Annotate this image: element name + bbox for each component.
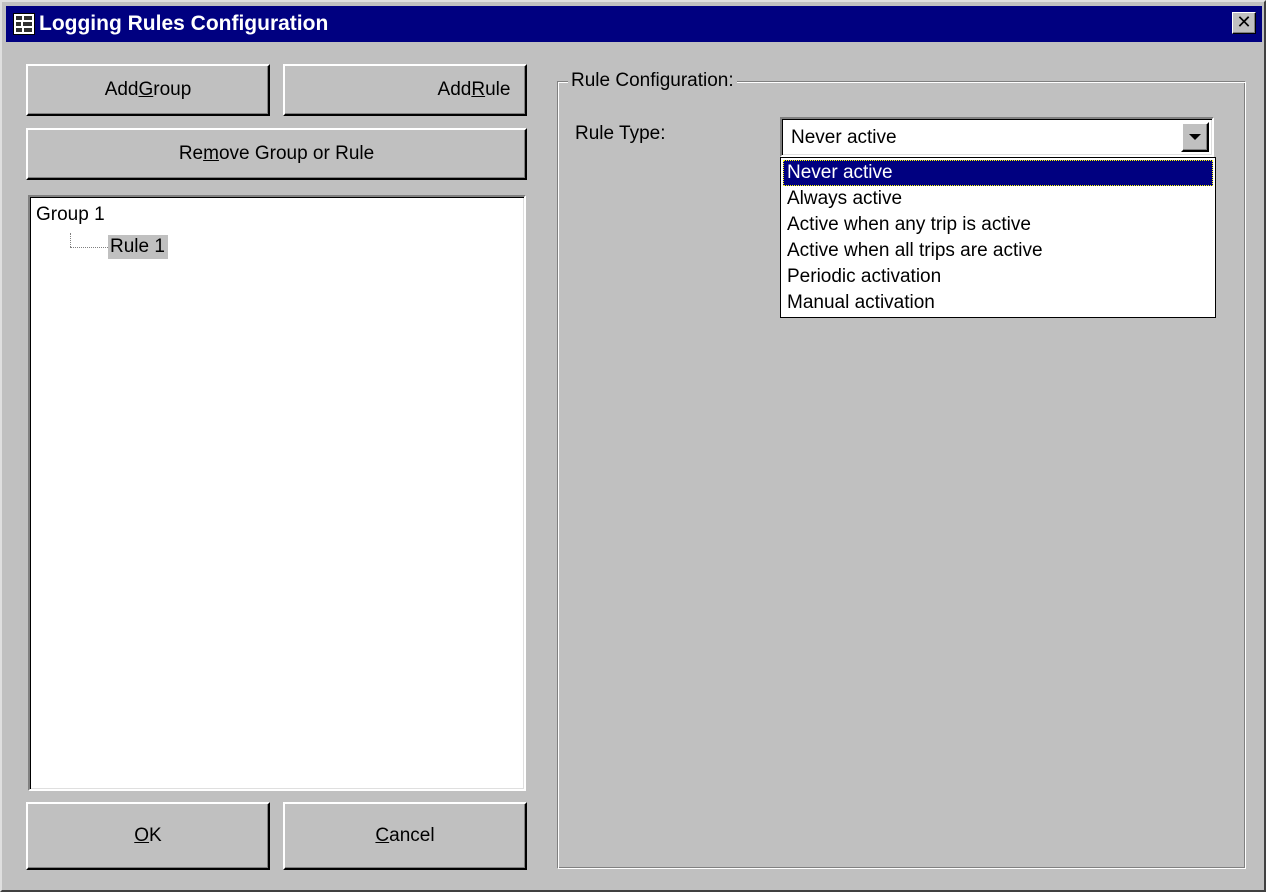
ok-button[interactable]: OK: [26, 802, 270, 870]
rule-type-select[interactable]: Never active: [780, 117, 1214, 157]
close-button[interactable]: ✕: [1232, 12, 1256, 34]
rule-configuration-legend: Rule Configuration:: [568, 70, 737, 92]
rules-tree[interactable]: Group 1 Rule 1: [28, 195, 526, 791]
rule-type-value: Never active: [791, 127, 897, 148]
remove-group-or-rule-button[interactable]: Re m ove Group or Rule: [26, 128, 527, 180]
title-bar[interactable]: Logging Rules Configuration ✕: [6, 6, 1262, 42]
option-active-any-trip[interactable]: Active when any trip is active: [783, 212, 1213, 238]
option-never-active[interactable]: Never active: [783, 160, 1213, 186]
option-periodic-activation[interactable]: Periodic activation: [783, 264, 1213, 290]
close-icon: ✕: [1236, 12, 1252, 32]
add-rule-button[interactable]: Add Rule: [283, 64, 527, 116]
window-title: Logging Rules Configuration: [39, 12, 329, 35]
app-icon[interactable]: [13, 13, 35, 35]
tree-item-group-1[interactable]: Group 1: [36, 203, 105, 227]
dropdown-button[interactable]: [1181, 122, 1209, 152]
rule-type-label: Rule Type:: [575, 123, 666, 144]
tree-connector-line: [70, 247, 108, 248]
option-active-all-trips[interactable]: Active when all trips are active: [783, 238, 1213, 264]
cancel-button[interactable]: Cancel: [283, 802, 527, 870]
tree-item-rule-1[interactable]: Rule 1: [108, 235, 168, 259]
tree-connector-line: [70, 233, 71, 247]
dropdown-arrow-icon: [1189, 134, 1201, 140]
rule-type-dropdown-list[interactable]: Never active Always active Active when a…: [780, 157, 1216, 318]
dialog-window: Logging Rules Configuration ✕ Add Group …: [0, 0, 1266, 892]
option-always-active[interactable]: Always active: [783, 186, 1213, 212]
option-manual-activation[interactable]: Manual activation: [783, 290, 1213, 316]
add-group-button[interactable]: Add Group: [26, 64, 270, 116]
